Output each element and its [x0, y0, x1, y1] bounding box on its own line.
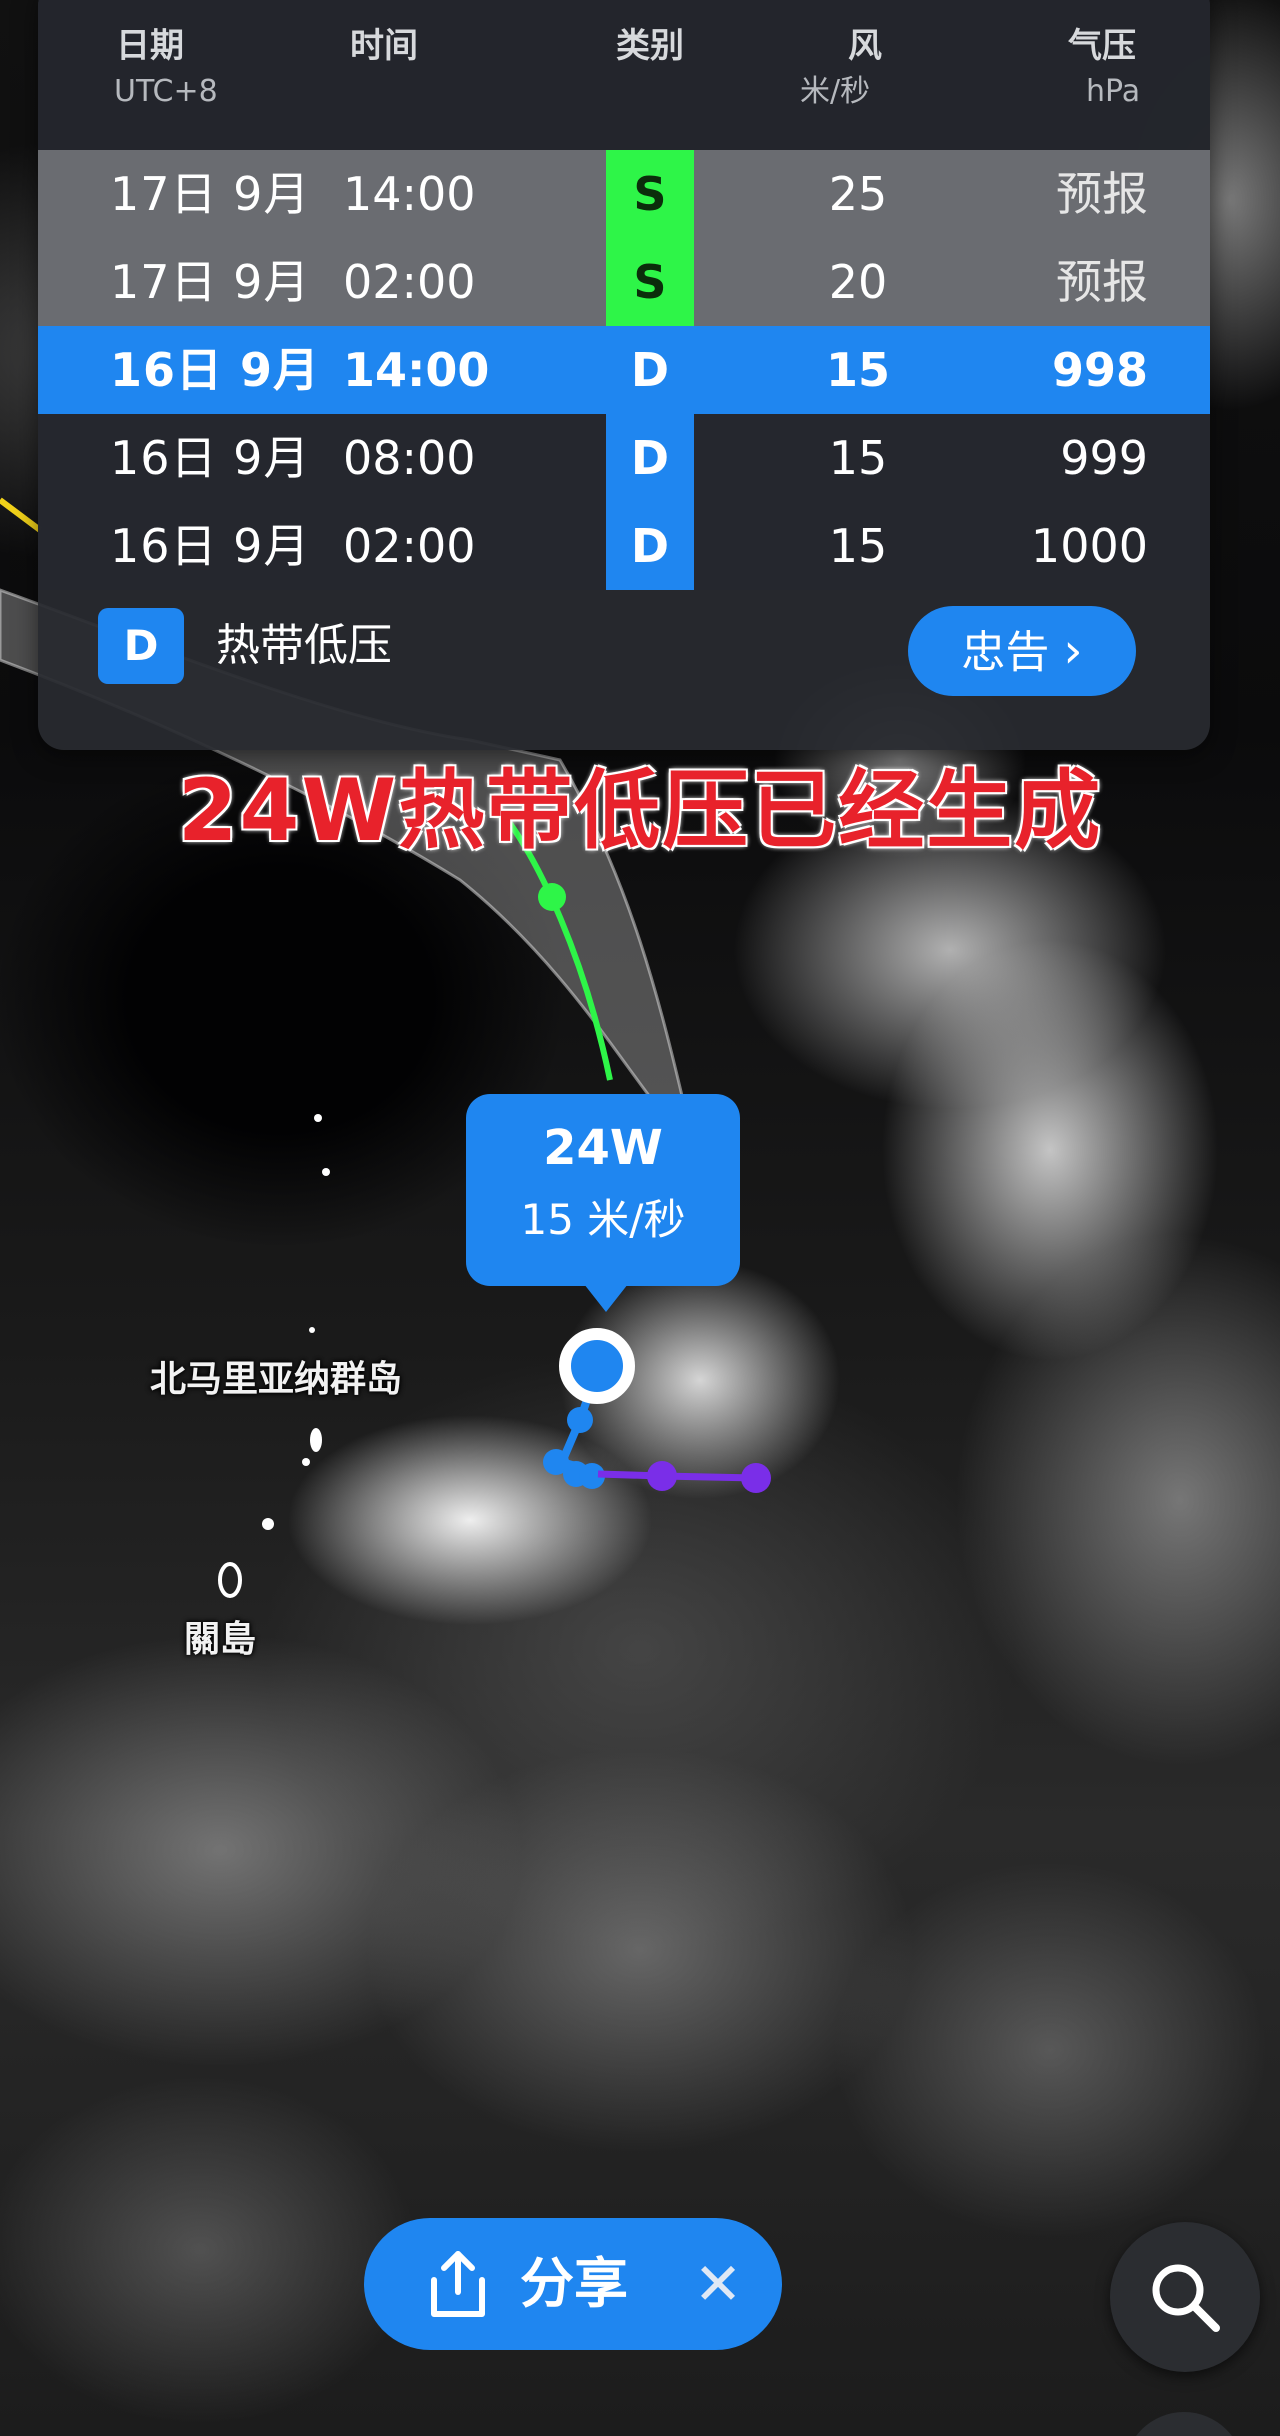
row-wind: 15: [825, 343, 890, 397]
row-time: 02:00: [343, 519, 476, 573]
header-date: 日期: [116, 26, 184, 66]
table-row[interactable]: 17日 9月 02:00 S 20 预报: [38, 238, 1210, 326]
row-date: 16日 9月: [110, 431, 311, 485]
place-label-north-marianas: 北马里亚纳群岛: [150, 1359, 403, 1400]
row-date: 17日 9月: [110, 255, 311, 309]
row-time: 02:00: [343, 255, 476, 309]
header-time: 时间: [350, 26, 418, 66]
row-pressure: 999: [1060, 431, 1148, 485]
share-icon[interactable]: [420, 2246, 496, 2322]
row-time: 14:00: [343, 167, 476, 221]
row-category: D: [630, 343, 670, 397]
row-category: S: [606, 150, 694, 238]
row-pressure: 预报: [1056, 255, 1148, 309]
header-pressure: 气压: [1068, 26, 1136, 66]
other-storm-track: [0, 497, 42, 533]
row-time: 08:00: [343, 431, 476, 485]
storm-label-bubble[interactable]: 24W 15 米/秒: [466, 1094, 740, 1312]
header-wind: 风: [848, 26, 882, 66]
table-header: 日期 UTC+8 时间 类别 风 米/秒 气压 hPa: [38, 0, 1210, 150]
advisory-button[interactable]: 忠告 ›: [908, 606, 1136, 696]
row-pressure: 1000: [1030, 519, 1148, 573]
row-wind: 15: [828, 519, 888, 573]
storm-name: 24W: [543, 1120, 663, 1176]
share-bar[interactable]: 分享 ✕: [364, 2218, 782, 2350]
map-screen: 日期 UTC+8 时间 类别 风 米/秒 气压 hPa 17日 9月 14:00…: [0, 0, 1280, 2436]
row-wind: 25: [828, 167, 888, 221]
origin-track-point[interactable]: [741, 1463, 771, 1493]
table-row[interactable]: 16日 9月 08:00 D 15 999: [38, 414, 1210, 502]
search-button[interactable]: [1110, 2222, 1260, 2372]
row-pressure: 预报: [1056, 167, 1148, 221]
table-row-selected[interactable]: 16日 9月 14:00 D 15 998: [38, 326, 1210, 414]
row-date: 16日 9月: [110, 343, 321, 397]
origin-track-point[interactable]: [647, 1461, 677, 1491]
header-pressure-unit: hPa: [1086, 74, 1141, 109]
header-date-timezone: UTC+8: [114, 74, 218, 109]
row-date: 17日 9月: [110, 167, 311, 221]
category-legend-label: 热带低压: [216, 620, 392, 671]
row-wind: 15: [828, 431, 888, 485]
header-wind-unit: 米/秒: [800, 74, 871, 109]
category-legend-badge: D: [98, 608, 184, 684]
storm-wind-speed: 15 米/秒: [520, 1195, 686, 1244]
row-category: D: [606, 502, 694, 590]
table-row[interactable]: 17日 9月 14:00 S 25 预报: [38, 150, 1210, 238]
past-track-point[interactable]: [567, 1407, 593, 1433]
close-icon[interactable]: ✕: [686, 2252, 750, 2316]
place-label-guam: 關島: [184, 1619, 257, 1660]
table-row[interactable]: 16日 9月 02:00 D 15 1000: [38, 502, 1210, 590]
forecast-point[interactable]: [538, 883, 566, 911]
row-date: 16日 9月: [110, 519, 311, 573]
advisory-button-label: 忠告: [961, 627, 1050, 678]
headline-caption: 24W热带低压已经生成: [177, 761, 1103, 861]
search-icon: [1152, 2264, 1220, 2332]
row-wind: 20: [828, 255, 888, 309]
header-category: 类别: [616, 26, 684, 66]
share-label[interactable]: 分享: [520, 2246, 628, 2322]
row-category: D: [606, 414, 694, 502]
row-category: S: [606, 238, 694, 326]
storm-data-panel: 日期 UTC+8 时间 类别 风 米/秒 气压 hPa 17日 9月 14:00…: [38, 0, 1210, 750]
row-time: 14:00: [343, 343, 490, 397]
row-pressure: 998: [1051, 343, 1148, 397]
chevron-right-icon: ›: [1063, 623, 1083, 679]
current-position-marker[interactable]: [559, 1328, 635, 1404]
